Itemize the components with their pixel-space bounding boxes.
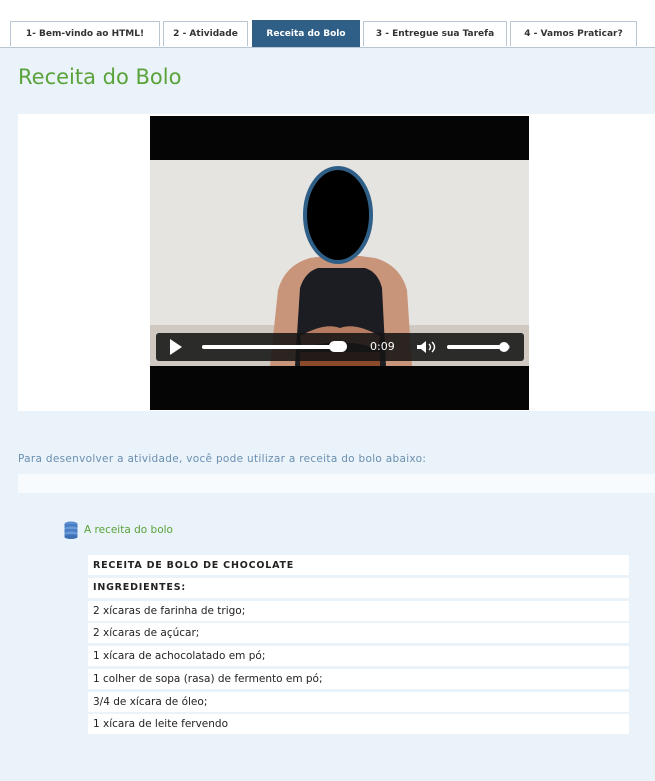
recipe-line: 1 colher de sopa (rasa) de fermento em p… bbox=[88, 668, 629, 689]
recipe-line: 2 xícaras de açúcar; bbox=[88, 623, 629, 644]
play-icon[interactable] bbox=[170, 339, 182, 355]
instruction-text: Para desenvolver a atividade, você pode … bbox=[18, 453, 427, 465]
page-title: Receita do Bolo bbox=[18, 65, 182, 89]
volume-icon[interactable] bbox=[416, 340, 440, 354]
recipe-line: 1 xícara de leite fervendo bbox=[88, 714, 629, 735]
tab-receita-do-bolo[interactable]: Receita do Bolo bbox=[252, 20, 360, 47]
tab-entregue-tarefa[interactable]: 3 - Entregue sua Tarefa bbox=[363, 21, 507, 46]
recipe-line: 1 xícara de achocolatado em pó; bbox=[88, 646, 629, 666]
recipe-link[interactable]: A receita do bolo bbox=[64, 521, 173, 539]
tab-bar: 1- Bem-vindo ao HTML! 2 - Atividade Rece… bbox=[0, 0, 655, 48]
volume-fill bbox=[447, 345, 504, 349]
progress-fill bbox=[202, 345, 338, 349]
progress-thumb[interactable] bbox=[328, 341, 347, 352]
progress-bar[interactable] bbox=[202, 341, 347, 352]
recipe-line: RECEITA DE BOLO DE CHOCOLATE bbox=[88, 555, 629, 575]
tab-vamos-praticar[interactable]: 4 - Vamos Praticar? bbox=[510, 21, 637, 46]
instruction-band bbox=[18, 474, 655, 493]
recipe-link-label: A receita do bolo bbox=[84, 524, 173, 536]
video-player[interactable]: 0:09 bbox=[150, 116, 529, 410]
time-display: 0:09 bbox=[370, 340, 395, 353]
recipe-list: RECEITA DE BOLO DE CHOCOLATE INGREDIENTE… bbox=[88, 555, 629, 737]
video-controls: 0:09 bbox=[156, 333, 524, 361]
main-content: Receita do Bolo 0:09 Para desenvolver a … bbox=[0, 48, 655, 781]
tab-atividade[interactable]: 2 - Atividade bbox=[163, 21, 248, 46]
volume-thumb[interactable] bbox=[498, 342, 509, 352]
recipe-line: INGREDIENTES: bbox=[88, 577, 629, 598]
recipe-line: 2 xícaras de farinha de trigo; bbox=[88, 600, 629, 621]
database-icon bbox=[64, 521, 78, 539]
instruction-bar: Para desenvolver a atividade, você pode … bbox=[0, 440, 655, 474]
video-area: 0:09 bbox=[18, 114, 655, 411]
volume-slider[interactable] bbox=[447, 342, 510, 352]
recipe-line: 3/4 de xícara de óleo; bbox=[88, 691, 629, 712]
tab-bem-vindo[interactable]: 1- Bem-vindo ao HTML! bbox=[10, 21, 160, 46]
